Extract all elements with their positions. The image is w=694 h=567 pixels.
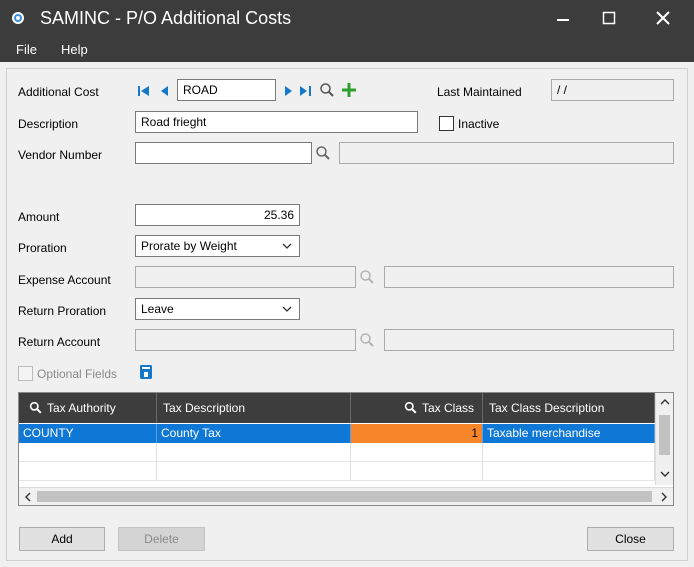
amount-input[interactable]: 25.36	[135, 204, 300, 226]
chevron-down-icon	[282, 243, 292, 249]
column-header-tax-class[interactable]: Tax Class	[351, 393, 483, 423]
tax-grid[interactable]: Tax Authority Tax Description Tax Class …	[18, 392, 674, 506]
return-proration-value: Leave	[141, 302, 174, 316]
vendor-number-label: Vendor Number	[18, 148, 103, 162]
return-proration-label: Return Proration	[18, 304, 107, 318]
vendor-finder-icon[interactable]	[315, 145, 331, 161]
table-row-empty[interactable]	[19, 462, 655, 481]
expense-account-description	[384, 266, 674, 288]
table-row[interactable]: COUNTY County Tax 1 Taxable merchandise	[19, 424, 655, 443]
return-account-finder-icon	[360, 333, 374, 347]
amount-label: Amount	[18, 210, 60, 224]
expense-account-label: Expense Account	[18, 273, 111, 287]
column-label-tax-description: Tax Description	[163, 401, 246, 415]
horizontal-scroll-thumb[interactable]	[37, 491, 652, 502]
add-button[interactable]: Add	[19, 527, 105, 551]
chevron-down-icon	[282, 306, 292, 312]
last-record-icon[interactable]	[298, 84, 312, 98]
return-account-label: Return Account	[18, 335, 101, 349]
vendor-name-field	[339, 142, 674, 164]
expense-account-finder-icon	[360, 270, 374, 284]
empty-cell[interactable]	[483, 462, 655, 481]
column-label-tax-class-description: Tax Class Description	[489, 401, 605, 415]
return-account-description	[384, 329, 674, 351]
last-maintained-field: / /	[551, 79, 674, 101]
empty-cell[interactable]	[157, 443, 351, 462]
last-maintained-label: Last Maintained	[437, 85, 522, 99]
optional-fields-checkbox	[18, 366, 33, 381]
vertical-scrollbar[interactable]	[655, 393, 673, 485]
scroll-down-icon[interactable]	[660, 469, 670, 479]
optional-fields-icon[interactable]	[139, 364, 153, 380]
close-button[interactable]: Close	[587, 527, 674, 551]
inactive-checkbox[interactable]	[439, 116, 454, 131]
table-row-empty[interactable]	[19, 443, 655, 462]
optional-fields-label: Optional Fields	[37, 367, 118, 381]
maximize-icon	[602, 11, 616, 25]
cell-tax-authority[interactable]: COUNTY	[19, 424, 157, 443]
first-record-icon[interactable]	[137, 84, 151, 98]
proration-value: Prorate by Weight	[141, 239, 237, 253]
title-bar: SAMINC - P/O Additional Costs	[0, 0, 694, 36]
empty-cell[interactable]	[19, 462, 157, 481]
app-icon	[12, 12, 24, 24]
empty-cell[interactable]	[351, 462, 483, 481]
additional-cost-input[interactable]: ROAD	[177, 79, 276, 101]
return-account-input	[135, 329, 356, 351]
menu-bar: File Help	[0, 36, 694, 62]
close-icon	[656, 11, 670, 25]
scroll-left-icon[interactable]	[23, 492, 33, 502]
empty-cell[interactable]	[19, 443, 157, 462]
cell-tax-class[interactable]: 1	[351, 424, 483, 443]
cell-tax-class-description[interactable]: Taxable merchandise	[483, 424, 655, 443]
empty-cell[interactable]	[157, 462, 351, 481]
new-record-icon[interactable]	[341, 82, 357, 98]
horizontal-scrollbar[interactable]	[19, 487, 673, 505]
description-label: Description	[18, 117, 79, 131]
cell-tax-description[interactable]: County Tax	[157, 424, 351, 443]
return-proration-select[interactable]: Leave	[135, 298, 300, 320]
description-input[interactable]: Road frieght	[135, 111, 418, 133]
menu-file[interactable]: File	[16, 42, 37, 57]
search-icon	[29, 401, 42, 414]
expense-account-input	[135, 266, 356, 288]
next-record-icon[interactable]	[281, 84, 295, 98]
finder-icon[interactable]	[319, 82, 335, 98]
column-label-tax-class: Tax Class	[421, 401, 474, 415]
window-title: SAMINC - P/O Additional Costs	[40, 8, 292, 28]
empty-cell[interactable]	[483, 443, 655, 462]
grid-header: Tax Authority Tax Description Tax Class …	[19, 393, 655, 423]
scroll-right-icon[interactable]	[659, 492, 669, 502]
vertical-scroll-thumb[interactable]	[659, 415, 670, 455]
additional-cost-label: Additional Cost	[18, 85, 99, 99]
column-header-tax-authority[interactable]: Tax Authority	[19, 393, 157, 423]
inactive-label: Inactive	[458, 117, 500, 131]
column-label-tax-authority: Tax Authority	[47, 401, 116, 415]
previous-record-icon[interactable]	[158, 84, 172, 98]
column-header-tax-class-description[interactable]: Tax Class Description	[483, 393, 655, 423]
menu-help[interactable]: Help	[61, 42, 88, 57]
column-header-tax-description[interactable]: Tax Description	[157, 393, 351, 423]
proration-label: Proration	[18, 241, 67, 255]
minimize-icon	[557, 19, 569, 21]
proration-select[interactable]: Prorate by Weight	[135, 235, 300, 257]
delete-button[interactable]: Delete	[118, 527, 205, 551]
minimize-button[interactable]	[540, 0, 586, 36]
maximize-button[interactable]	[586, 0, 632, 36]
close-window-button[interactable]	[640, 0, 686, 36]
scroll-up-icon[interactable]	[660, 397, 670, 407]
search-icon	[404, 401, 417, 414]
vendor-number-input[interactable]	[135, 142, 312, 164]
empty-cell[interactable]	[351, 443, 483, 462]
